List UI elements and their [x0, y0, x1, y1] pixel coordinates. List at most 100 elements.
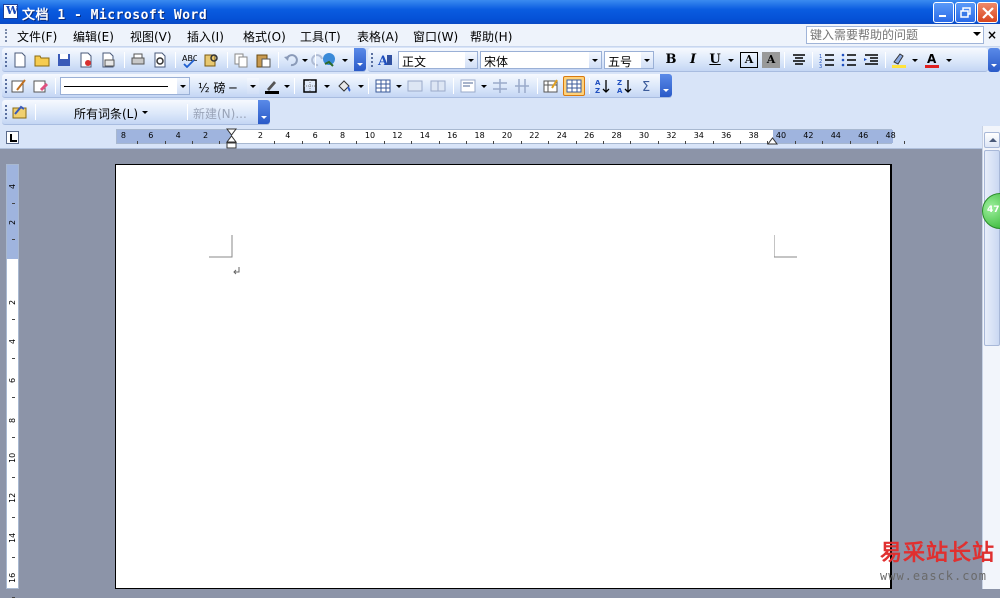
- cell-alignment-dropdown-icon[interactable]: [481, 85, 487, 88]
- hyperlink-icon[interactable]: [322, 52, 338, 68]
- undo-icon[interactable]: [283, 52, 299, 68]
- bullets-icon[interactable]: [841, 52, 857, 68]
- menu-view[interactable]: 视图(V): [130, 28, 172, 45]
- new-document-icon[interactable]: [12, 52, 28, 68]
- print-preview-icon[interactable]: [152, 52, 168, 68]
- sort-ascending-icon[interactable]: AZ: [595, 78, 611, 94]
- underline-button[interactable]: U: [706, 52, 724, 68]
- eraser-icon[interactable]: [33, 78, 49, 94]
- minimize-button[interactable]: [933, 2, 954, 23]
- split-cells-icon[interactable]: [430, 78, 446, 94]
- sort-descending-icon[interactable]: ZA: [617, 78, 633, 94]
- scroll-thumb[interactable]: [984, 150, 1000, 346]
- line-style-select[interactable]: [60, 77, 190, 95]
- right-indent-marker-icon[interactable]: [767, 136, 779, 146]
- all-entries-button[interactable]: 所有词条(L): [74, 105, 138, 122]
- show-gridlines-button[interactable]: [563, 76, 585, 96]
- menu-format[interactable]: 格式(O): [243, 28, 286, 45]
- help-question-box[interactable]: [806, 26, 984, 44]
- save-icon[interactable]: [56, 52, 72, 68]
- word-app-icon[interactable]: [3, 4, 18, 19]
- close-button[interactable]: [977, 2, 998, 23]
- font-color-dropdown-icon[interactable]: [946, 59, 952, 62]
- font-color-icon[interactable]: A: [924, 52, 940, 68]
- chevron-down-icon[interactable]: [589, 52, 601, 68]
- bold-button[interactable]: B: [662, 52, 680, 68]
- shading-dropdown-icon[interactable]: [358, 85, 364, 88]
- chevron-down-icon[interactable]: [465, 52, 477, 68]
- indent-markers-icon[interactable]: [226, 128, 238, 150]
- vertical-ruler[interactable]: 4 2 2 4 6 8 10 12 14 16: [6, 164, 19, 598]
- distribute-rows-icon[interactable]: [492, 78, 508, 94]
- insert-table-icon[interactable]: [375, 78, 391, 94]
- menu-file[interactable]: 文件(F): [17, 28, 57, 45]
- insert-table-dropdown-icon[interactable]: [396, 85, 402, 88]
- toolbar-grip[interactable]: [5, 105, 8, 119]
- print-icon[interactable]: [130, 52, 146, 68]
- numbering-icon[interactable]: 123: [819, 52, 835, 68]
- all-entries-dropdown-icon[interactable]: [142, 111, 148, 114]
- menu-tools[interactable]: 工具(T): [300, 28, 341, 45]
- open-folder-icon[interactable]: [34, 52, 50, 68]
- toolbar-options-button[interactable]: [354, 48, 366, 71]
- close-document-button[interactable]: ×: [987, 28, 997, 42]
- hyperlink-dropdown-icon[interactable]: [342, 59, 348, 62]
- cell-alignment-icon[interactable]: [460, 78, 476, 94]
- chevron-down-icon[interactable]: [177, 78, 189, 94]
- horizontal-ruler[interactable]: 8 6 4 2 2 4 6 8 10 12 14 16 18 20 22 24 26 28 30 32 34 36 38 40…: [116, 128, 906, 149]
- research-icon[interactable]: [203, 52, 219, 68]
- title-bar[interactable]: 文档 1 - Microsoft Word: [0, 0, 1000, 24]
- outside-border-icon[interactable]: [302, 78, 318, 94]
- line-weight-select[interactable]: ½ 磅 ─: [194, 77, 260, 95]
- menu-insert[interactable]: 插入(I): [187, 28, 224, 45]
- align-center-icon[interactable]: [791, 52, 807, 68]
- undo-dropdown-icon[interactable]: [302, 59, 308, 62]
- font-size-select[interactable]: 五号: [604, 51, 654, 69]
- autosum-icon[interactable]: Σ: [639, 78, 655, 94]
- toolbar-grip[interactable]: [5, 53, 8, 67]
- toolbar-options-button[interactable]: [988, 48, 1000, 72]
- table-autoformat-icon[interactable]: [543, 78, 559, 94]
- character-border-button[interactable]: A: [740, 52, 758, 68]
- border-dropdown-icon[interactable]: [324, 85, 330, 88]
- document-page[interactable]: [115, 164, 892, 589]
- copy-icon[interactable]: [233, 52, 249, 68]
- toolbar-grip[interactable]: [371, 53, 374, 67]
- toolbar-options-button[interactable]: [660, 74, 672, 97]
- style-select[interactable]: 正文: [398, 51, 478, 69]
- scroll-up-button[interactable]: [984, 132, 1000, 148]
- restore-button[interactable]: [955, 2, 976, 23]
- permission-icon[interactable]: [78, 52, 94, 68]
- draw-table-icon[interactable]: [11, 78, 27, 94]
- email-icon[interactable]: [100, 52, 116, 68]
- menubar-grip[interactable]: [5, 29, 7, 42]
- chevron-down-icon[interactable]: [641, 52, 653, 68]
- autotext-icon[interactable]: [12, 104, 28, 120]
- border-color-icon[interactable]: [264, 78, 280, 94]
- spelling-grammar-icon[interactable]: ABC: [181, 52, 197, 68]
- merge-cells-icon[interactable]: [407, 78, 423, 94]
- chevron-down-icon[interactable]: [247, 78, 259, 94]
- highlight-icon[interactable]: [891, 52, 907, 68]
- tab-selector-icon[interactable]: [6, 131, 19, 144]
- shading-color-icon[interactable]: [336, 78, 352, 94]
- indent-icon[interactable]: [863, 52, 879, 68]
- menu-edit[interactable]: 编辑(E): [73, 28, 114, 45]
- menu-help[interactable]: 帮助(H): [470, 28, 512, 45]
- help-question-input[interactable]: [807, 27, 967, 43]
- new-entry-button[interactable]: 新建(N)...: [193, 105, 247, 122]
- menu-window[interactable]: 窗口(W): [413, 28, 458, 45]
- menu-table[interactable]: 表格(A): [357, 28, 399, 45]
- font-select[interactable]: 宋体: [480, 51, 602, 69]
- chevron-down-icon[interactable]: [973, 32, 981, 36]
- paste-icon[interactable]: [255, 52, 271, 68]
- highlight-dropdown-icon[interactable]: [912, 59, 918, 62]
- styles-formatting-icon[interactable]: A: [377, 52, 393, 68]
- italic-button[interactable]: I: [684, 52, 702, 68]
- toolbar-options-button[interactable]: [258, 100, 270, 124]
- character-shading-button[interactable]: A: [762, 52, 780, 68]
- distribute-columns-icon[interactable]: [514, 78, 530, 94]
- toolbar-grip[interactable]: [5, 79, 8, 93]
- underline-dropdown-icon[interactable]: [728, 59, 734, 62]
- border-color-dropdown-icon[interactable]: [284, 85, 290, 88]
